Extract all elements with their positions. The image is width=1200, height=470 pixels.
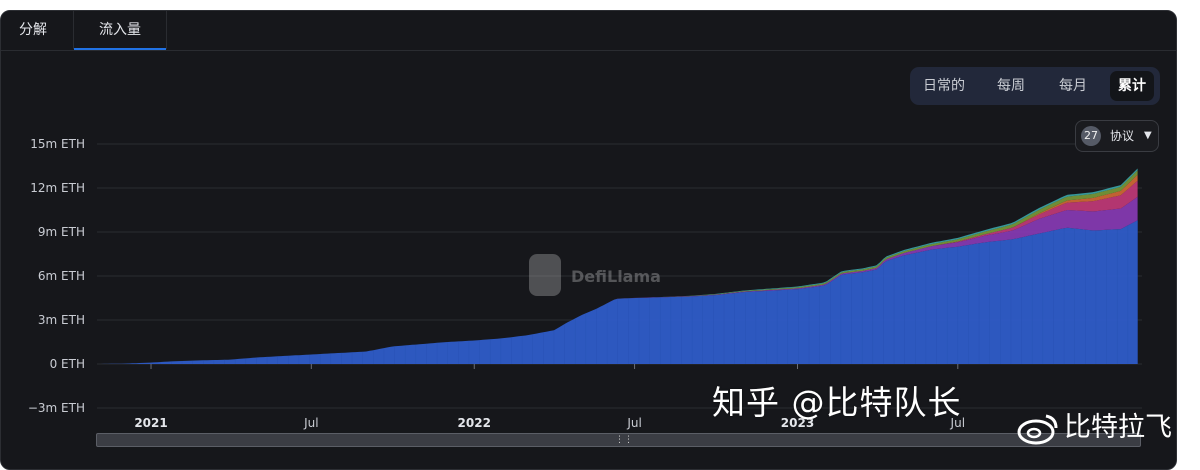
y-tick-label: 3m ETH [38,313,85,327]
x-tick-label: 2022 [458,416,491,430]
y-tick-label: 6m ETH [38,269,85,283]
y-tick-label: −3m ETH [28,401,85,415]
x-tick-label: Jul [303,416,318,430]
x-tick-label: Jul [626,416,641,430]
y-tick-label: 12m ETH [30,181,85,195]
period-cumulative-button[interactable]: 累计 [1110,71,1154,101]
defillama-watermark: DefiLlama [529,254,661,296]
weibo-watermark-text: 比特拉飞 [1064,412,1172,443]
protocol-count-badge: 27 [1081,126,1101,146]
protocol-filter-dropdown[interactable]: 27 协议 ▼ [1075,120,1159,152]
weibo-watermark: 比特拉飞 [1016,410,1200,446]
period-monthly-button[interactable]: 每月 [1044,71,1102,101]
llama-logo-icon [529,254,561,296]
chart-range-scrollbar[interactable]: ⋮⋮ [96,433,1141,447]
weibo-logo-icon [1017,414,1058,445]
x-tick-label: 2021 [134,416,167,430]
defillama-watermark-text: DefiLlama [571,267,661,286]
y-tick-label: 15m ETH [30,137,85,151]
chevron-down-icon: ▼ [1144,130,1152,141]
chart-panel: 分解 流入量 −3m ETH 0 ETH 3m ETH 6m ETH 9m ETH 12m… [0,10,1177,470]
zhihu-watermark: 知乎 @比特队长 [712,383,962,422]
period-toggle: 日常的 每周 每月 累计 [910,67,1160,105]
y-tick-label: 0 ETH [50,357,85,371]
y-tick-label: 9m ETH [38,225,85,239]
protocol-filter-label: 协议 [1110,129,1135,143]
scroll-grip-icon[interactable]: ⋮⋮ [615,435,633,445]
period-daily-button[interactable]: 日常的 [916,71,972,101]
period-weekly-button[interactable]: 每周 [982,71,1040,101]
